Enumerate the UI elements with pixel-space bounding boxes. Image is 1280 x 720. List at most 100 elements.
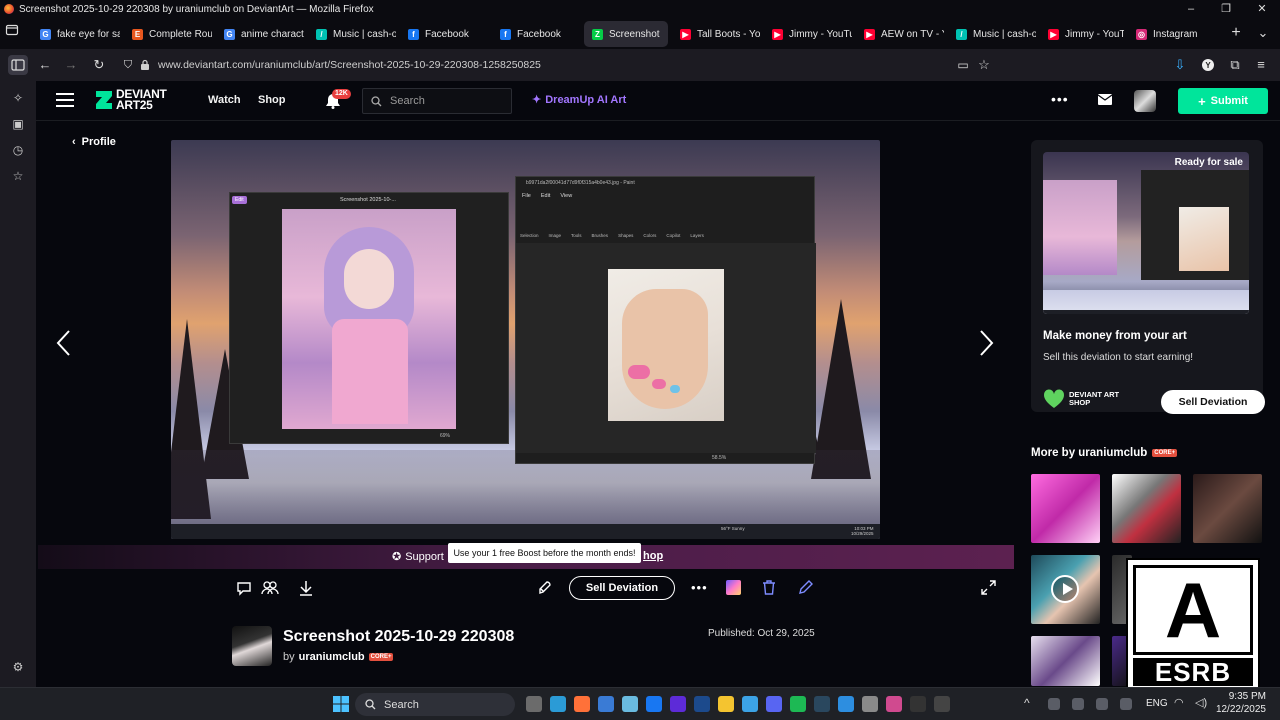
previous-arrow-icon[interactable] (54, 328, 74, 358)
tray-app-icon[interactable] (1072, 698, 1084, 710)
tab-overview-icon[interactable] (5, 23, 25, 43)
minimize-button[interactable]: – (1176, 0, 1206, 18)
snipping-icon[interactable] (886, 696, 902, 712)
browser-tab[interactable]: / Music | cash-o (308, 21, 396, 47)
bookmark-star-icon[interactable]: ☆ (974, 55, 994, 75)
browser-tab[interactable]: f Facebook (400, 21, 488, 47)
browser-tab[interactable]: ZScreenshot✕ (584, 21, 668, 47)
clock[interactable]: 9:35 PM 12/22/2025 (1214, 690, 1266, 716)
browser-tab[interactable]: f Facebook (492, 21, 580, 47)
next-arrow-icon[interactable] (976, 328, 996, 358)
more-options-icon[interactable]: ••• (1051, 91, 1069, 107)
browser-tab[interactable]: ▶ Jimmy - YouTu (1040, 21, 1124, 47)
sale-preview-image[interactable]: Ready for sale (1043, 152, 1249, 314)
back-arrow-icon[interactable]: ← (35, 55, 55, 75)
task-view-icon[interactable] (526, 696, 542, 712)
profile-back-link[interactable]: ‹ Profile (72, 136, 116, 148)
tray-app-icon[interactable] (1096, 698, 1108, 710)
boost-rocket-icon[interactable] (537, 579, 554, 596)
fullscreen-expand-icon[interactable] (981, 580, 996, 595)
file-explorer-icon[interactable] (718, 696, 734, 712)
dreamup-link[interactable]: ✦ DreamUp AI Art (532, 93, 626, 107)
facebook-taskbar-icon[interactable] (646, 696, 662, 712)
tray-app-icon[interactable] (1120, 698, 1132, 710)
settings-gear-icon[interactable]: ⚙ (10, 659, 26, 675)
sell-deviation-card-button[interactable]: Sell Deviation (1161, 390, 1265, 414)
tray-chevron-icon[interactable]: ^ (1024, 696, 1030, 710)
browser-tab[interactable]: Gfake eye for sal (32, 21, 120, 47)
browser-tab[interactable]: ▶ AEW on TV - Y (856, 21, 944, 47)
reload-icon[interactable]: ↻ (89, 55, 109, 75)
history-icon[interactable]: ◷ (10, 142, 26, 158)
groups-icon[interactable] (261, 580, 279, 596)
browser-tab[interactable]: ◎ Instagram (1128, 21, 1216, 47)
more-actions-icon[interactable]: ••• (691, 580, 708, 595)
terminal-icon[interactable] (910, 696, 926, 712)
support-link[interactable]: ✪ Support (392, 550, 444, 564)
edge-icon[interactable] (550, 696, 566, 712)
sidebar-toggle-icon[interactable] (8, 55, 28, 75)
new-tab-button[interactable]: + (1226, 23, 1246, 43)
extensions-icon[interactable]: ⧉ (1225, 55, 1245, 75)
paint-icon[interactable] (598, 696, 614, 712)
account-icon[interactable]: Y (1198, 55, 1218, 75)
more-by-thumbnail[interactable] (1031, 474, 1100, 543)
more-by-thumbnail[interactable] (1112, 474, 1181, 543)
obs-icon[interactable] (934, 696, 950, 712)
delete-trash-icon[interactable] (762, 579, 776, 596)
watch-link[interactable]: Watch (208, 94, 241, 106)
taskbar-search[interactable]: Search (355, 693, 515, 716)
store-icon[interactable] (838, 696, 854, 712)
deviation-image[interactable]: Edit Screenshot 2025-10-... 69% b9971da2… (171, 140, 880, 539)
more-by-thumbnail[interactable] (1031, 636, 1100, 686)
submit-button[interactable]: + Submit (1178, 88, 1268, 114)
search-input[interactable]: Search (362, 88, 512, 114)
firefox-taskbar-icon[interactable] (574, 696, 590, 712)
app-icon[interactable] (670, 696, 686, 712)
browser-tab[interactable]: / Music | cash-o (948, 21, 1036, 47)
messages-envelope-icon[interactable] (1098, 94, 1112, 105)
bookmarks-star-icon[interactable]: ☆ (10, 168, 26, 184)
tray-app-icon[interactable] (1048, 698, 1060, 710)
discord-icon[interactable] (766, 696, 782, 712)
language-indicator[interactable]: ENG (1146, 698, 1168, 709)
user-avatar[interactable] (1134, 90, 1156, 112)
ai-chatbot-icon[interactable]: ✧ (10, 90, 26, 106)
url-bar[interactable]: www.deviantart.com/uraniumclub/art/Scree… (140, 53, 1000, 77)
browser-tab[interactable]: E Complete Roun (124, 21, 212, 47)
edit-pencil-icon[interactable] (798, 579, 814, 595)
more-by-thumbnail[interactable] (1193, 474, 1262, 543)
notepad-icon[interactable] (622, 696, 638, 712)
download-arrow-icon[interactable] (298, 579, 314, 597)
synced-tabs-icon[interactable]: ▣ (10, 116, 26, 132)
speaker-icon[interactable]: ◁) (1195, 696, 1207, 709)
hamburger-menu-icon[interactable] (56, 92, 74, 108)
deviantart-logo[interactable]: DEVIANT ART25 (94, 88, 167, 112)
close-window-button[interactable]: ✕ (1247, 0, 1277, 18)
photoshop-icon[interactable] (694, 696, 710, 712)
shop-link[interactable]: Shop (258, 94, 286, 106)
settings-taskbar-icon[interactable] (862, 696, 878, 712)
browser-tab[interactable]: Ganime characte (216, 21, 304, 47)
app-menu-icon[interactable]: ≡ (1251, 55, 1271, 75)
windows-start-icon[interactable] (333, 696, 349, 712)
sell-deviation-button[interactable]: Sell Deviation (569, 576, 675, 600)
wifi-icon[interactable]: ◠ (1174, 696, 1184, 709)
shop-link-partial[interactable]: hop (643, 550, 663, 562)
browser-tab[interactable]: ▶ Jimmy - YouTu (764, 21, 852, 47)
more-by-video-thumbnail[interactable] (1031, 555, 1100, 624)
reader-view-icon[interactable]: ▭ (953, 55, 973, 75)
shield-icon[interactable]: ⛉ (118, 55, 138, 75)
author-link[interactable]: uraniumclub (299, 651, 365, 663)
download-icon[interactable]: ⇩ (1170, 55, 1190, 75)
gradient-theme-icon[interactable] (726, 580, 741, 595)
forward-arrow-icon[interactable]: → (61, 55, 81, 75)
spotify-icon[interactable] (790, 696, 806, 712)
author-avatar[interactable] (232, 626, 272, 666)
maximize-button[interactable]: ❐ (1211, 0, 1241, 18)
tab-list-chevron-icon[interactable]: ⌄ (1253, 23, 1273, 43)
browser-tab[interactable]: ▶ Tall Boots - You (672, 21, 760, 47)
photos-icon[interactable] (742, 696, 758, 712)
steam-icon[interactable] (814, 696, 830, 712)
comment-icon[interactable] (236, 580, 252, 596)
